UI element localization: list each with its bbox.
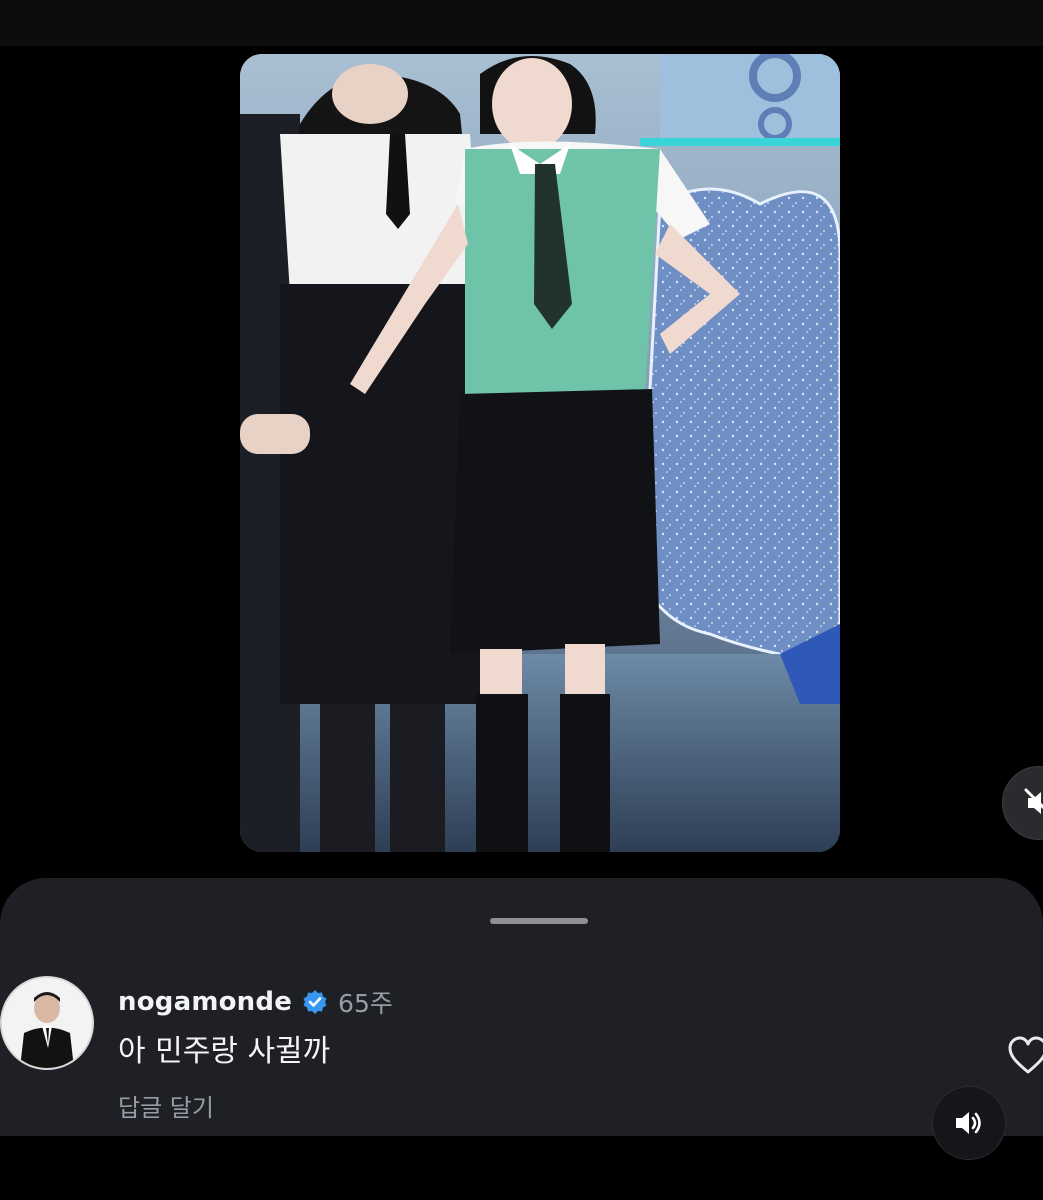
video-frame <box>240 54 840 852</box>
avatar[interactable] <box>0 976 94 1070</box>
bottom-bar <box>0 1136 1043 1200</box>
verified-badge-icon <box>303 990 327 1014</box>
comment-timestamp: 65주 <box>338 989 393 1018</box>
speaker-muted-icon <box>1024 788 1043 814</box>
top-status-strip <box>0 0 1043 46</box>
mute-toggle-button[interactable] <box>1002 766 1043 840</box>
avatar-image <box>2 978 92 1068</box>
comments-sheet: nogamonde 65주 아 민주랑 사귈까 답글 달기 <box>0 878 1043 1136</box>
sound-toggle-button[interactable] <box>932 1086 1006 1160</box>
comment-header: nogamonde 65주 <box>118 980 393 1024</box>
video-player[interactable] <box>240 54 840 852</box>
heart-outline-icon[interactable] <box>1006 1034 1043 1078</box>
comment-body: 아 민주랑 사귈까 <box>118 1034 331 1069</box>
reel-screen: nogamonde 65주 아 민주랑 사귈까 답글 달기 <box>0 0 1043 1200</box>
reply-button[interactable]: 답글 달기 <box>118 1088 214 1128</box>
sheet-drag-handle[interactable] <box>490 918 588 924</box>
comment-username[interactable]: nogamonde <box>118 987 292 1017</box>
speaker-on-icon <box>956 1112 981 1134</box>
